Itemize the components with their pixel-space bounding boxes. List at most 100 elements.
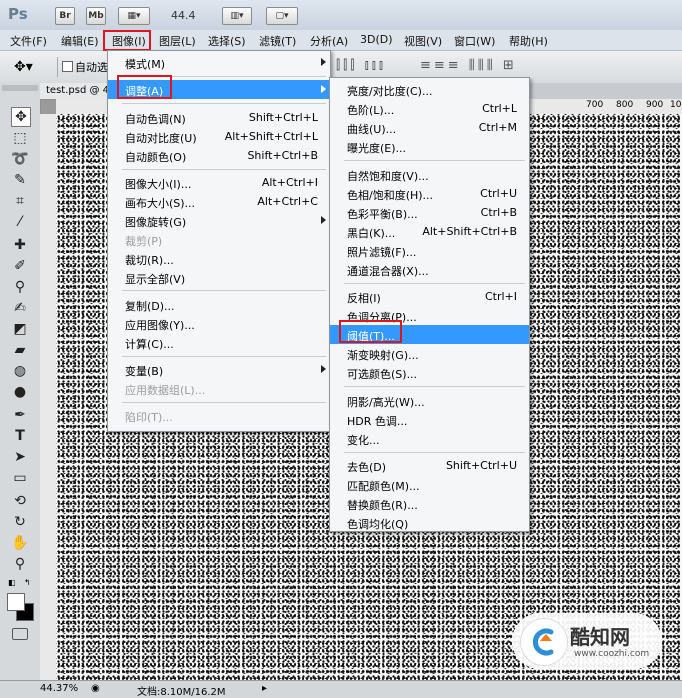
arrange-documents-button[interactable]: ▥▾ xyxy=(222,7,252,25)
menu-item-照片滤镜[interactable]: 照片滤镜(F)... xyxy=(330,241,529,260)
menu-item-自动颜色[interactable]: 自动颜色(O) Shift+Ctrl+B xyxy=(108,146,330,165)
menu-item-曝光度[interactable]: 曝光度(E)... xyxy=(330,137,529,156)
menu-item-模式[interactable]: 模式(M) xyxy=(108,53,330,72)
menu-item-替换颜色[interactable]: 替换颜色(R)... xyxy=(330,494,529,513)
menu-item-色彩平衡[interactable]: 色彩平衡(B)... Ctrl+B xyxy=(330,203,529,222)
blur-tool-icon[interactable]: ◍ xyxy=(11,362,29,380)
screen-mode-button[interactable]: ▢▾ xyxy=(266,7,298,25)
status-zoom[interactable]: 44.37% xyxy=(40,683,78,694)
history-brush-tool-icon[interactable]: ✍ xyxy=(11,299,29,317)
menu-item-图像大小[interactable]: 图像大小(I)... Alt+Ctrl+I xyxy=(108,173,330,192)
menu-window[interactable]: 窗口(W) xyxy=(454,33,495,49)
menu-item-自动色调[interactable]: 自动色调(N) Shift+Ctrl+L xyxy=(108,108,330,127)
menu-item-通道混合器[interactable]: 通道混合器(X)... xyxy=(330,260,529,279)
menu-item-label: 渐变映射(G)... xyxy=(347,349,419,362)
menu-item-label: 匹配颜色(M)... xyxy=(347,480,420,493)
type-tool-icon[interactable]: T xyxy=(11,427,29,445)
coozhi-logo-icon xyxy=(520,618,568,666)
pen-tool-icon[interactable]: ✒ xyxy=(11,406,29,424)
menu-item-label: 显示全部(V) xyxy=(125,272,186,286)
menu-item-复制[interactable]: 复制(D)... xyxy=(108,295,330,314)
brush-tool-icon[interactable]: ✐ xyxy=(11,257,29,275)
menu-item-shortcut: Alt+Shift+Ctrl+L xyxy=(224,129,318,143)
eraser-tool-icon[interactable]: ◩ xyxy=(11,320,29,338)
menu-item-渐变映射[interactable]: 渐变映射(G)... xyxy=(330,344,529,363)
gradient-tool-icon[interactable]: ▰ xyxy=(11,341,29,359)
menu-layer[interactable]: 图层(L) xyxy=(159,33,196,49)
menu-item-色调均化[interactable]: 色调均化(Q) xyxy=(330,513,529,532)
menu-item-变量[interactable]: 变量(B) xyxy=(108,360,330,379)
menu-item-label: 通道混合器(X)... xyxy=(347,264,429,278)
menu-item-可选颜色[interactable]: 可选颜色(S)... xyxy=(330,363,529,382)
shape-tool-icon[interactable]: ▭ xyxy=(11,469,29,487)
menu-item-黑白[interactable]: 黑白(K)... Alt+Shift+Ctrl+B xyxy=(330,222,529,241)
foreground-color-swatch[interactable] xyxy=(7,593,25,611)
menu-item-hdr-色调[interactable]: HDR 色调... xyxy=(330,410,529,429)
menu-item-label: 画布大小(S)... xyxy=(125,196,196,210)
path-select-tool-icon[interactable]: ➤ xyxy=(11,448,29,466)
watermark: 酷知网 www.coozhi.com xyxy=(512,613,662,669)
menu-item-显示全部[interactable]: 显示全部(V) xyxy=(108,268,330,287)
menu-filter[interactable]: 滤镜(T) xyxy=(259,33,296,49)
menu-edit[interactable]: 编辑(E) xyxy=(61,33,99,49)
move-tool-icon[interactable]: ✥ xyxy=(11,107,31,127)
menu-item-shortcut: Alt+Ctrl+C xyxy=(257,194,318,208)
menu-3d[interactable]: 3D(D) xyxy=(360,33,393,46)
menu-item-应用图像[interactable]: 应用图像(Y)... xyxy=(108,314,330,333)
lasso-tool-icon[interactable]: ➰ xyxy=(11,150,29,168)
menu-item-画布大小[interactable]: 画布大小(S)... Alt+Ctrl+C xyxy=(108,192,330,211)
menu-item-曲线[interactable]: 曲线(U)... Ctrl+M xyxy=(330,118,529,137)
zoom-tool-icon[interactable]: ⚲ xyxy=(11,555,29,573)
swap-colors-icon[interactable]: ↰ xyxy=(24,578,31,587)
adjustments-submenu: 亮度/对比度(C)... 色阶(L)... Ctrl+L 曲线(U)... Ctrl+M… xyxy=(329,77,530,532)
menu-item-计算[interactable]: 计算(C)... xyxy=(108,333,330,352)
options-divider xyxy=(57,57,58,77)
distribute-icons[interactable]: ≡≡≡ ⫼⫼⫼ ⊞ xyxy=(420,58,517,73)
menu-separator xyxy=(122,290,326,292)
healing-brush-tool-icon[interactable]: ✚ xyxy=(11,236,29,254)
tools-panel: ✥ ⬚ ➰ ✎ ⌗ ⁄ ✚ ✐ ⚲ ✍ ◩ ▰ ◍ ● ✒ T ➤ ▭ ⟲ ↻ … xyxy=(0,83,41,680)
status-arrow-icon[interactable]: ▸ xyxy=(262,683,267,694)
default-colors-icon[interactable]: ◧ xyxy=(8,578,16,587)
menu-item-反相[interactable]: 反相(I) Ctrl+I xyxy=(330,287,529,306)
menu-analysis[interactable]: 分析(A) xyxy=(310,33,348,49)
hand-tool-icon[interactable]: ✋ xyxy=(11,534,29,552)
mini-bridge-button[interactable]: Mb xyxy=(86,7,106,25)
menu-view[interactable]: 视图(V) xyxy=(404,33,442,49)
align-icons[interactable]: ⫿⫿⫿ ⫾⫾⫾ xyxy=(336,58,386,73)
menu-help[interactable]: 帮助(H) xyxy=(509,33,548,49)
marquee-tool-icon[interactable]: ⬚ xyxy=(11,129,29,147)
status-doc-icon[interactable]: ◉ xyxy=(91,683,100,694)
menu-item-label: 自动色调(N) xyxy=(125,112,186,126)
menu-item-shortcut: Shift+Ctrl+B xyxy=(247,148,318,162)
menu-item-label: 自动颜色(O) xyxy=(125,150,187,164)
view-extras-button[interactable]: ▦▾ xyxy=(118,7,150,25)
menu-item-去色[interactable]: 去色(D) Shift+Ctrl+U xyxy=(330,456,529,475)
menu-item-色阶[interactable]: 色阶(L)... Ctrl+L xyxy=(330,99,529,118)
menu-item-图像旋转[interactable]: 图像旋转(G) xyxy=(108,211,330,230)
menu-item-阴影-高光[interactable]: 阴影/高光(W)... xyxy=(330,391,529,410)
quick-mask-icon[interactable] xyxy=(12,628,28,640)
menu-file[interactable]: 文件(F) xyxy=(10,33,47,49)
menu-item-亮度-对比度[interactable]: 亮度/对比度(C)... xyxy=(330,80,529,99)
menu-item-色相-饱和度[interactable]: 色相/饱和度(H)... Ctrl+U xyxy=(330,184,529,203)
move-tool-icon[interactable]: ✥▾ xyxy=(14,59,33,75)
ruler-label: 900 xyxy=(646,100,664,110)
tools-grip[interactable] xyxy=(2,85,38,91)
menu-item-自然饱和度[interactable]: 自然饱和度(V)... xyxy=(330,165,529,184)
menu-item-自动对比度[interactable]: 自动对比度(U) Alt+Shift+Ctrl+L xyxy=(108,127,330,146)
menu-item-变化[interactable]: 变化... xyxy=(330,429,529,448)
3d-rotate-tool-icon[interactable]: ⟲ xyxy=(11,492,29,510)
dodge-tool-icon[interactable]: ● xyxy=(11,383,29,401)
menu-item-裁切[interactable]: 裁切(R)... xyxy=(108,249,330,268)
menu-select[interactable]: 选择(S) xyxy=(208,33,246,49)
3d-orbit-tool-icon[interactable]: ↻ xyxy=(11,513,29,531)
auto-select-checkbox[interactable] xyxy=(62,61,73,72)
zoom-level[interactable]: 44.4 xyxy=(171,9,196,22)
crop-tool-icon[interactable]: ⌗ xyxy=(11,192,29,210)
bridge-button[interactable]: Br xyxy=(55,7,75,25)
eyedropper-tool-icon[interactable]: ⁄ xyxy=(11,213,29,231)
quick-select-tool-icon[interactable]: ✎ xyxy=(11,171,29,189)
clone-stamp-tool-icon[interactable]: ⚲ xyxy=(11,278,29,296)
menu-item-匹配颜色[interactable]: 匹配颜色(M)... xyxy=(330,475,529,494)
